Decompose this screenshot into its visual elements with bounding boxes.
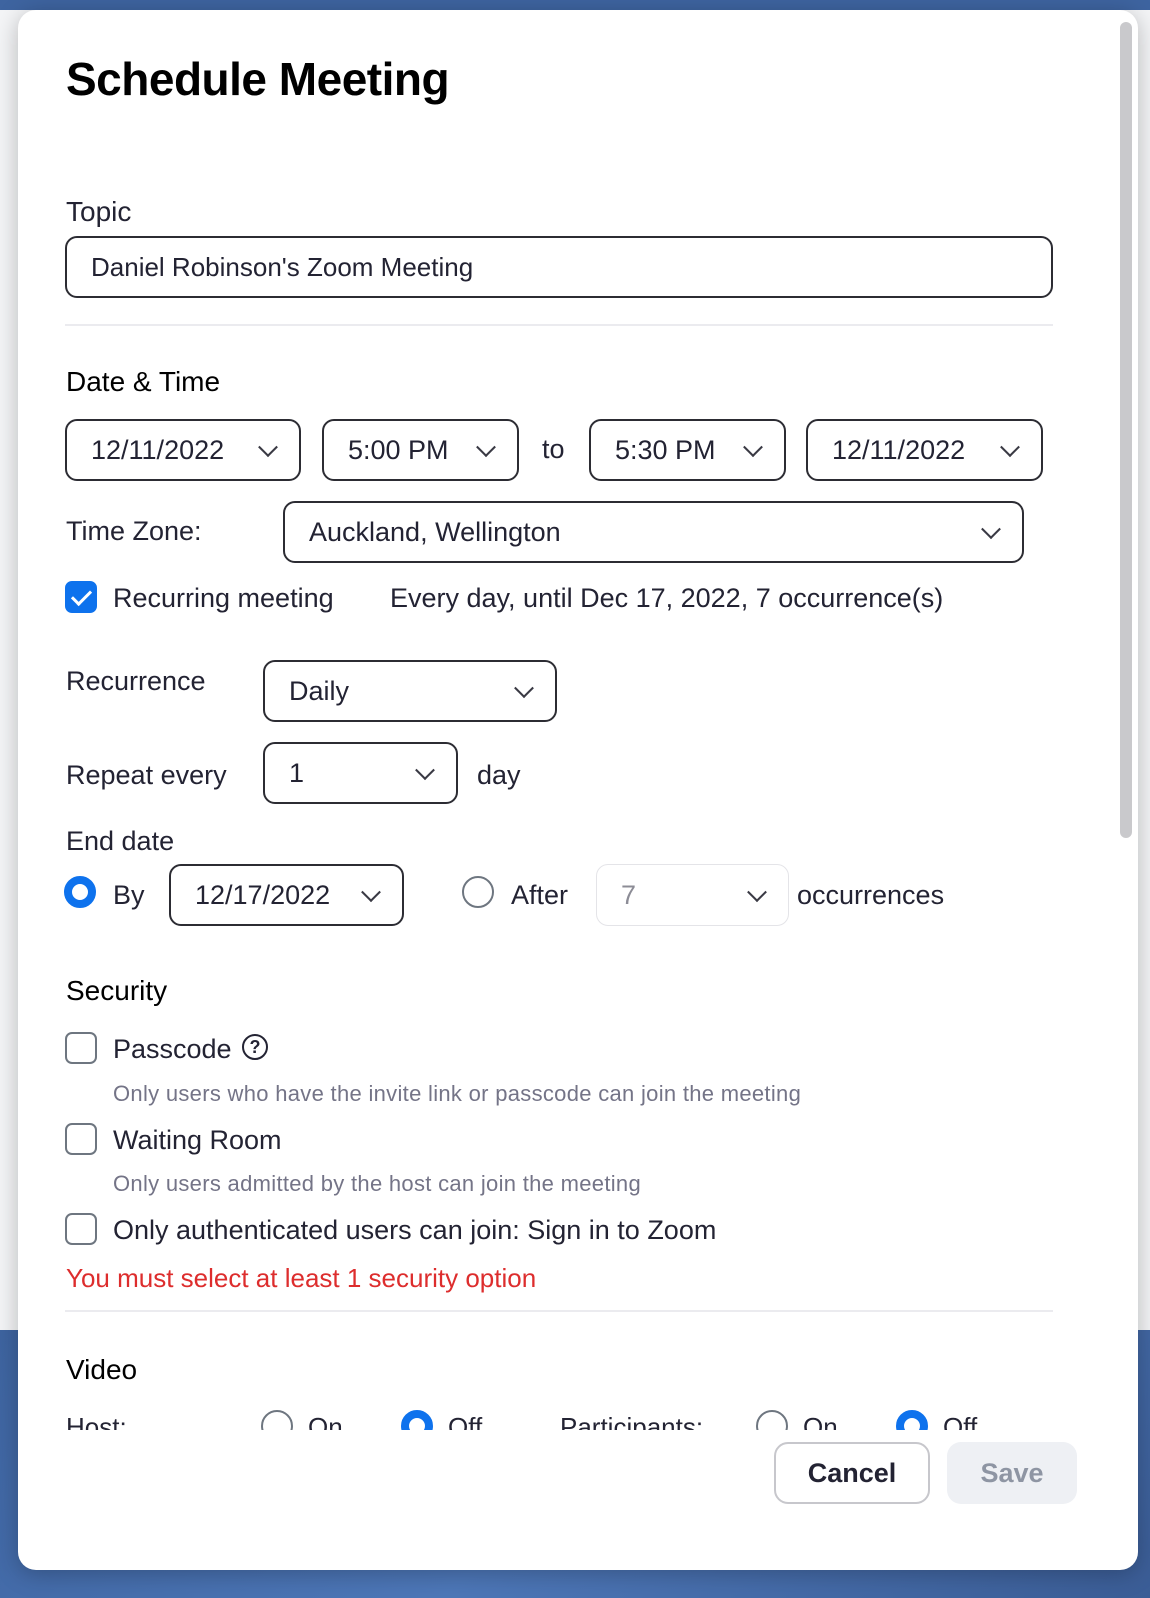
waiting-room-label: Waiting Room	[113, 1125, 282, 1155]
waiting-room-checkbox[interactable]	[65, 1123, 97, 1155]
waiting-room-hint: Only users admitted by the host can join…	[113, 1171, 641, 1196]
video-options-row: Host: On Off Participants: On Off	[18, 1400, 1118, 1430]
security-label: Security	[66, 975, 168, 1006]
end-by-date-select[interactable]: 12/17/2022	[169, 864, 404, 926]
chevron-down-icon	[415, 760, 435, 781]
authenticated-users-label: Only authenticated users can join: Sign …	[113, 1215, 717, 1245]
recurring-label: Recurring meeting	[113, 583, 334, 613]
topic-input-value: Daniel Robinson's Zoom Meeting	[91, 251, 474, 282]
chevron-down-icon	[747, 882, 767, 903]
host-video-on-label: On	[308, 1412, 343, 1430]
recurrence-select[interactable]: Daily	[263, 660, 557, 722]
chevron-down-icon	[743, 437, 763, 458]
chevron-down-icon	[981, 519, 1001, 540]
help-icon[interactable]: ?	[242, 1034, 268, 1060]
chevron-down-icon	[1000, 437, 1020, 458]
recurring-checkbox[interactable]	[65, 581, 97, 613]
chevron-down-icon	[514, 678, 534, 699]
scrollbar-thumb[interactable]	[1120, 22, 1132, 838]
video-label: Video	[66, 1354, 138, 1385]
occurrences-select[interactable]: 7	[596, 864, 789, 926]
participants-video-label: Participants:	[560, 1412, 704, 1430]
repeat-every-select[interactable]: 1	[263, 742, 458, 804]
recurrence-value: Daily	[289, 675, 350, 706]
repeat-every-value: 1	[289, 757, 305, 788]
end-after-label: After	[511, 880, 569, 910]
topic-input[interactable]: Daniel Robinson's Zoom Meeting	[65, 236, 1053, 298]
cancel-button[interactable]: Cancel	[774, 1442, 930, 1504]
participants-video-on-radio[interactable]	[756, 1410, 788, 1430]
participants-video-off-radio[interactable]	[896, 1410, 928, 1430]
security-error-message: You must select at least 1 security opti…	[66, 1263, 537, 1293]
divider	[65, 324, 1053, 326]
chevron-down-icon	[258, 437, 278, 458]
timezone-label: Time Zone:	[66, 516, 202, 546]
end-by-label: By	[113, 880, 145, 910]
repeat-unit-label: day	[477, 760, 521, 790]
occurrences-label: occurrences	[797, 880, 945, 910]
end-date-select[interactable]: 12/11/2022	[806, 419, 1043, 481]
end-by-radio[interactable]	[64, 876, 96, 908]
to-label: to	[542, 434, 565, 464]
participants-video-on-label: On	[803, 1412, 838, 1430]
timezone-select[interactable]: Auckland, Wellington	[283, 501, 1024, 563]
timezone-value: Auckland, Wellington	[309, 516, 561, 547]
start-time-select[interactable]: 5:00 PM	[322, 419, 519, 481]
passcode-checkbox[interactable]	[65, 1032, 97, 1064]
host-video-on-radio[interactable]	[261, 1410, 293, 1430]
host-video-label: Host:	[66, 1412, 127, 1430]
passcode-label: Passcode	[113, 1034, 232, 1064]
passcode-hint: Only users who have the invite link or p…	[113, 1081, 802, 1106]
end-time-select[interactable]: 5:30 PM	[589, 419, 786, 481]
chevron-down-icon	[361, 882, 381, 903]
recurrence-label: Recurrence	[66, 666, 206, 696]
end-after-radio[interactable]	[462, 876, 494, 908]
dialog-title: Schedule Meeting	[66, 53, 450, 105]
occurrences-value: 7	[621, 879, 637, 910]
chevron-down-icon	[476, 437, 496, 458]
divider	[65, 1310, 1053, 1312]
end-by-date-value: 12/17/2022	[195, 879, 331, 910]
end-date-value: 12/11/2022	[832, 434, 966, 465]
participants-video-off-label: Off	[943, 1412, 978, 1430]
end-date-label: End date	[66, 826, 175, 856]
start-date-select[interactable]: 12/11/2022	[65, 419, 301, 481]
start-time-value: 5:00 PM	[348, 434, 449, 465]
repeat-every-label: Repeat every	[66, 760, 227, 790]
background-strip	[0, 0, 1150, 10]
host-video-off-label: Off	[448, 1412, 483, 1430]
start-date-value: 12/11/2022	[91, 434, 225, 465]
host-video-off-radio[interactable]	[401, 1410, 433, 1430]
end-time-value: 5:30 PM	[615, 434, 716, 465]
date-time-label: Date & Time	[66, 366, 221, 397]
save-button[interactable]: Save	[947, 1442, 1077, 1504]
authenticated-users-checkbox[interactable]	[65, 1213, 97, 1245]
topic-label: Topic	[66, 196, 132, 227]
schedule-meeting-dialog: Schedule Meeting Topic Daniel Robinson's…	[18, 10, 1138, 1570]
recurrence-summary: Every day, until Dec 17, 2022, 7 occurre…	[390, 583, 944, 613]
